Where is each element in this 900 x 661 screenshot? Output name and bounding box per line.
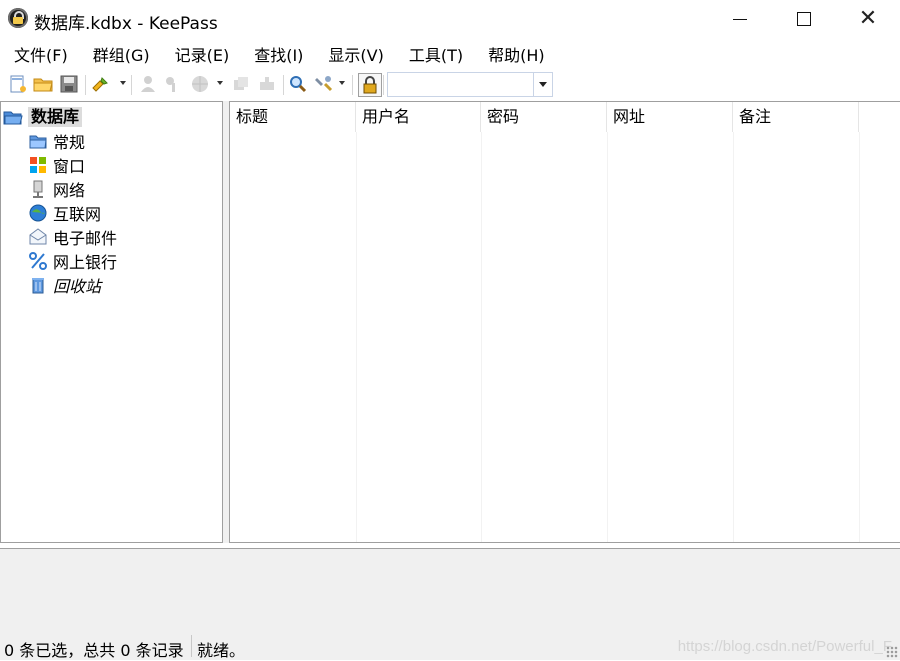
chevron-down-icon: [539, 82, 547, 87]
quick-search-dropdown-button[interactable]: [533, 73, 552, 96]
save-database-icon: [60, 75, 78, 93]
selection-status: 0 条已选，总共 0 条记录: [4, 641, 184, 660]
entry-list[interactable]: 标题 用户名 密码 网址 备注: [229, 101, 900, 543]
column-divider: [733, 132, 734, 542]
tree-group-label: 互联网: [53, 205, 102, 224]
folder-icon: [28, 131, 48, 151]
status-bar: 0 条已选，总共 0 条记录 就绪。 https://blog.csdn.net…: [0, 632, 900, 660]
open-url-button[interactable]: [189, 73, 211, 95]
folder-open-icon: [3, 107, 23, 127]
menu-help[interactable]: 帮助(H): [474, 43, 556, 69]
column-header-url[interactable]: 网址: [607, 102, 733, 132]
status-separator: [191, 635, 192, 657]
group-tree[interactable]: 数据库 常规 窗口 网络 互联网 电子邮件 网上银行 回收站: [0, 101, 223, 543]
maximize-icon: [797, 12, 811, 26]
close-icon: ✕: [858, 6, 878, 31]
tree-group-internet[interactable]: 互联网: [28, 202, 101, 224]
tree-group-recycle-bin[interactable]: 回收站: [28, 274, 101, 296]
column-divider: [607, 132, 608, 542]
network-icon: [28, 179, 48, 199]
tree-group-general[interactable]: 常规: [28, 130, 85, 152]
copy-username-button[interactable]: [137, 73, 159, 95]
globe-icon: [28, 203, 48, 223]
email-icon: [28, 227, 48, 247]
close-button[interactable]: ✕: [836, 0, 900, 38]
find-icon: [290, 76, 307, 93]
open-database-icon: [33, 78, 53, 92]
tools-button[interactable]: [313, 73, 335, 95]
tree-group-label: 网上银行: [53, 253, 118, 272]
window-title: 数据库.kdbx - KeePass: [34, 14, 218, 34]
lock-workspace-icon: [363, 76, 377, 94]
tree-group-label: 窗口: [53, 157, 86, 176]
save-database-button[interactable]: [58, 73, 80, 95]
toolbar-separator: [383, 75, 384, 95]
toolbar-separator: [283, 75, 284, 95]
column-header-notes[interactable]: 备注: [733, 102, 859, 132]
tree-group-label: 常规: [53, 133, 86, 152]
autotype-icon: [260, 77, 274, 90]
toolbar-separator: [131, 75, 132, 95]
menu-file[interactable]: 文件(F): [0, 43, 79, 69]
lock-workspace-button[interactable]: [358, 73, 382, 97]
chevron-down-icon[interactable]: [120, 81, 126, 85]
menu-view[interactable]: 显示(V): [314, 43, 394, 69]
tree-group-email[interactable]: 电子邮件: [28, 226, 117, 248]
watermark-text: https://blog.csdn.net/Powerful_F: [677, 638, 892, 655]
open-database-button[interactable]: [32, 73, 54, 95]
column-header-username[interactable]: 用户名: [356, 102, 481, 132]
copy-password-button[interactable]: [162, 73, 184, 95]
open-url-icon: [192, 76, 208, 92]
menu-bar: 文件(F) 群组(G) 记录(E) 查找(I) 显示(V) 工具(T) 帮助(H…: [0, 43, 900, 69]
column-divider: [356, 132, 357, 542]
find-button[interactable]: [287, 73, 309, 95]
recycle-bin-icon: [28, 275, 48, 295]
column-divider: [859, 132, 860, 542]
tools-icon: [315, 76, 333, 92]
copy-password-icon: [166, 77, 175, 92]
new-database-button[interactable]: [7, 73, 29, 95]
percent-icon: [28, 251, 48, 271]
tree-group-network[interactable]: 网络: [28, 178, 85, 200]
minimize-icon: [733, 18, 747, 20]
copy-entry-icon: [234, 77, 248, 90]
new-database-icon: [10, 75, 26, 93]
tree-root-database[interactable]: 数据库: [3, 106, 83, 128]
toolbar-separator: [85, 75, 86, 95]
status-message: 就绪。: [197, 641, 246, 660]
tree-group-label: 回收站: [53, 277, 102, 296]
column-header-password[interactable]: 密码: [481, 102, 607, 132]
column-divider: [481, 132, 482, 542]
keepass-lock-icon: [8, 8, 28, 28]
tree-group-online-banking[interactable]: 网上银行: [28, 250, 117, 272]
tree-group-windows[interactable]: 窗口: [28, 154, 85, 176]
windows-icon: [28, 155, 48, 175]
menu-tools[interactable]: 工具(T): [395, 43, 474, 69]
quick-search-combobox[interactable]: [387, 72, 553, 97]
tree-group-label: 电子邮件: [53, 229, 118, 248]
entry-preview-panel[interactable]: [0, 548, 900, 633]
resize-grip-icon[interactable]: [886, 646, 898, 658]
copy-entry-button[interactable]: [230, 73, 252, 95]
tree-root-label: 数据库: [28, 107, 83, 127]
column-header-title[interactable]: 标题: [230, 102, 356, 132]
menu-find[interactable]: 查找(I): [240, 43, 314, 69]
minimize-button[interactable]: [708, 0, 772, 38]
copy-username-icon: [141, 76, 155, 92]
add-entry-icon: [92, 77, 108, 92]
toolbar-separator: [352, 75, 353, 95]
chevron-down-icon[interactable]: [217, 81, 223, 85]
menu-entry[interactable]: 记录(E): [161, 43, 241, 69]
chevron-down-icon[interactable]: [339, 81, 345, 85]
title-bar: 数据库.kdbx - KeePass ✕: [0, 0, 900, 38]
add-entry-button[interactable]: [90, 73, 112, 95]
maximize-button[interactable]: [772, 0, 836, 38]
tree-group-label: 网络: [53, 181, 86, 200]
menu-group[interactable]: 群组(G): [79, 43, 161, 69]
autotype-button[interactable]: [256, 73, 278, 95]
